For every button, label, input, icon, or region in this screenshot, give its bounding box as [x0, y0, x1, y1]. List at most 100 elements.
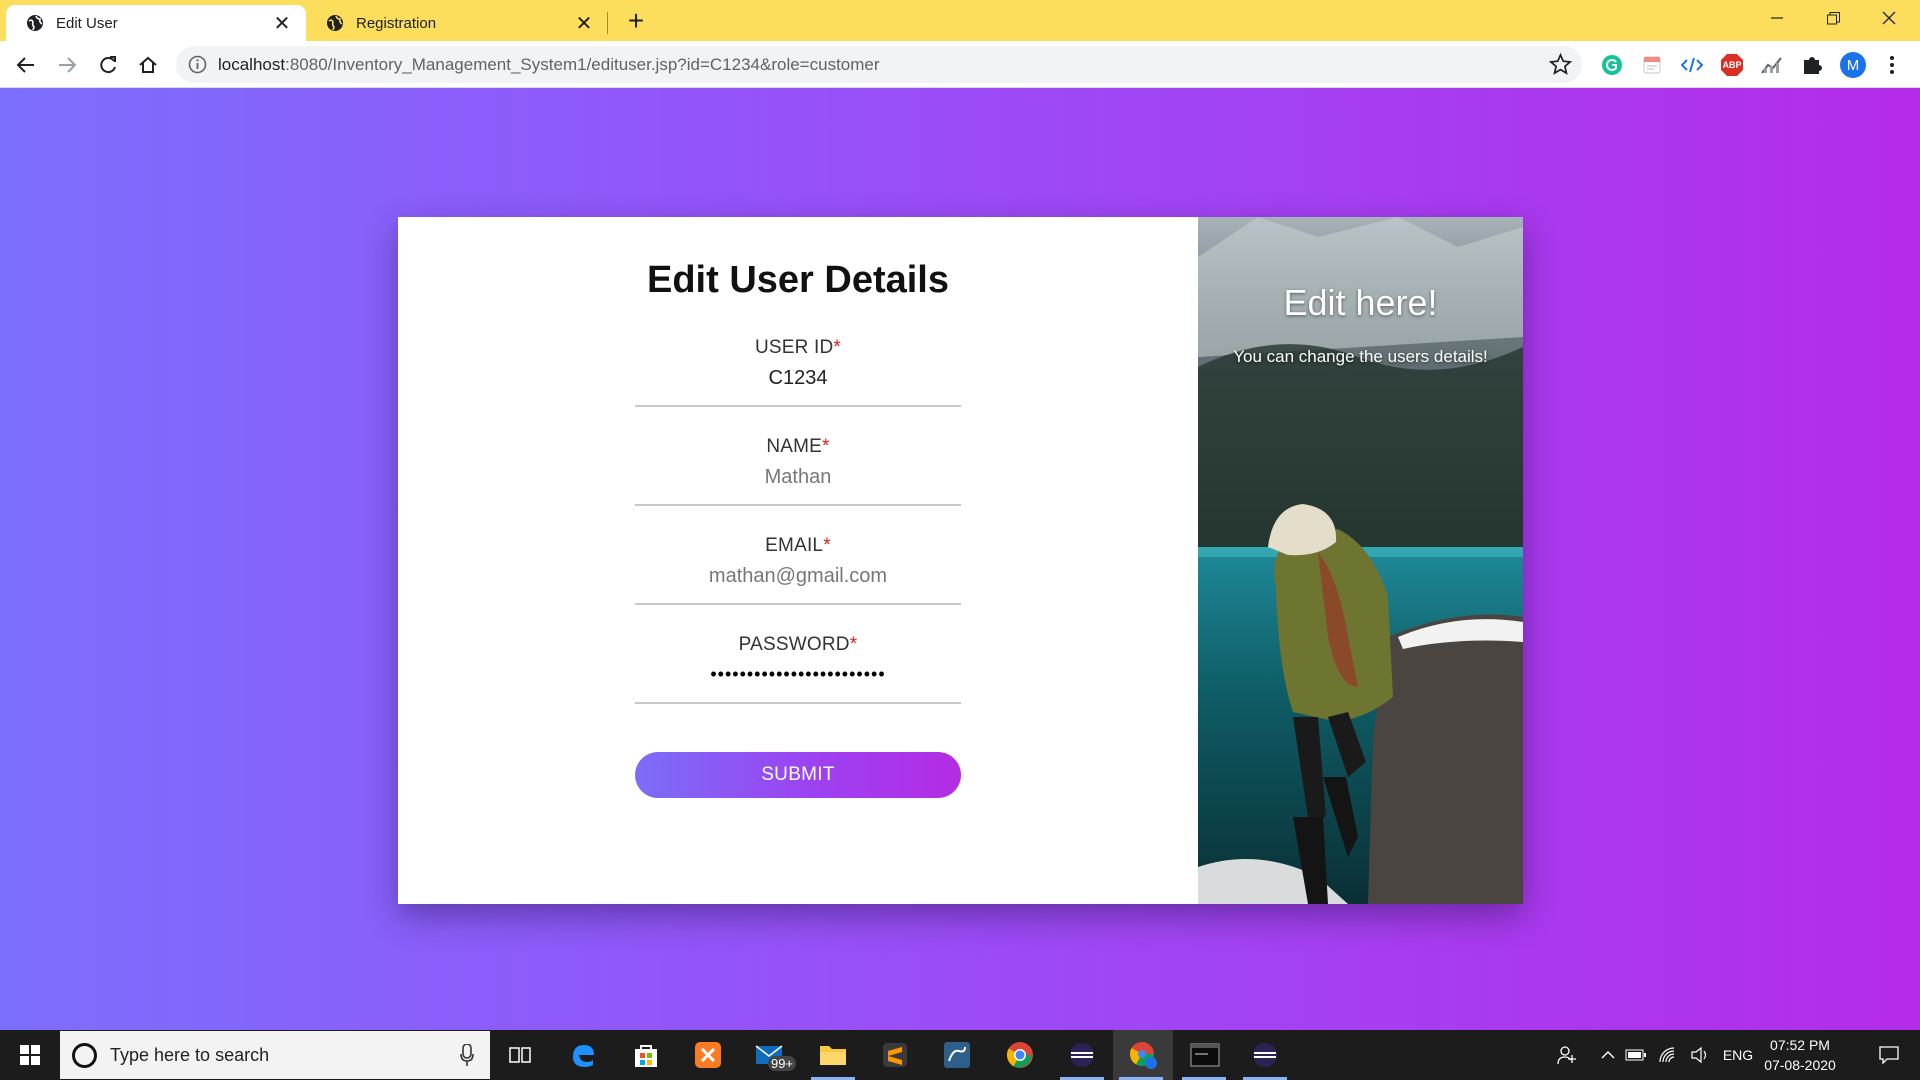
edge-app[interactable] [555, 1030, 611, 1080]
people-icon[interactable] [1552, 1030, 1582, 1080]
reload-icon [100, 56, 116, 74]
browser-tabstrip: Edit User ✕ Registration ✕ + [0, 0, 1920, 41]
email-label-text: EMAIL [765, 535, 824, 556]
name-label: NAME* [635, 436, 961, 458]
required-mark: * [849, 634, 858, 655]
task-view-button[interactable] [492, 1030, 548, 1080]
user-id-input[interactable]: C1234 [635, 367, 961, 390]
url-text[interactable]: localhost:8080/Inventory_Management_Syst… [218, 46, 880, 83]
password-field: PASSWORD* •••••••••••••••••••••••• [635, 634, 961, 704]
store-bag-icon [635, 1045, 657, 1067]
side-panel-subtitle: You can change the users details! [1233, 347, 1488, 366]
user-id-field: USER ID* C1234 [635, 337, 961, 407]
chrome-icon [1006, 1042, 1033, 1068]
submit-button[interactable]: SUBMIT [635, 752, 961, 798]
side-panel: Edit here! You can change the users deta… [1198, 217, 1523, 904]
user-id-label-text: USER ID [754, 337, 834, 358]
battery-icon[interactable] [1622, 1030, 1650, 1080]
edit-user-card: Edit User Details USER ID* C1234 NAME* M… [398, 217, 1523, 904]
folder-icon [820, 1046, 846, 1065]
wifi-icon[interactable] [1654, 1030, 1682, 1080]
mail-badge: 99+ [768, 1056, 797, 1071]
start-button[interactable] [0, 1030, 60, 1080]
tab-divider [607, 12, 608, 34]
password-input[interactable]: •••••••••••••••••••••••• [635, 664, 961, 685]
store-app[interactable] [618, 1030, 674, 1080]
bookmark-star-icon[interactable] [1549, 53, 1572, 76]
sublime-text-icon [883, 1043, 907, 1067]
globe-icon [327, 15, 343, 31]
chrome-app[interactable] [992, 1030, 1048, 1080]
new-tab-button[interactable]: + [622, 7, 650, 36]
xampp-app[interactable] [680, 1030, 736, 1080]
home-button[interactable] [132, 49, 164, 81]
tab-edit-user[interactable]: Edit User ✕ [6, 5, 306, 41]
home-icon [139, 56, 157, 73]
email-field: EMAIL* mathan@gmail.com [635, 535, 961, 605]
info-icon[interactable] [188, 55, 207, 74]
volume-icon[interactable] [1686, 1030, 1714, 1080]
chevron-up-icon[interactable] [1596, 1030, 1620, 1080]
file-explorer-app[interactable] [805, 1030, 861, 1080]
cortana-icon [72, 1043, 97, 1068]
password-label: PASSWORD* [635, 634, 961, 656]
password-label-text: PASSWORD [738, 634, 850, 655]
chrome-profile-app[interactable] [1113, 1030, 1173, 1080]
name-field: NAME* Mathan [635, 436, 961, 506]
edit-user-form: Edit User Details USER ID* C1234 NAME* M… [398, 217, 1198, 904]
chrome-profile-icon [1130, 1042, 1157, 1069]
tab-registration[interactable]: Registration ✕ [306, 5, 608, 41]
taskbar-search[interactable]: Type here to search [60, 1031, 490, 1079]
url-path: :8080/Inventory_Management_System1/editu… [285, 55, 880, 74]
minimize-icon [1771, 17, 1783, 19]
minimize-button[interactable] [1750, 0, 1804, 36]
globe-icon [27, 15, 43, 31]
name-input[interactable]: Mathan [635, 466, 961, 489]
close-tab-icon[interactable]: ✕ [272, 13, 292, 35]
profile-avatar[interactable]: M [1840, 52, 1866, 78]
grammarly-icon[interactable] [1600, 53, 1624, 77]
eclipse-app-2[interactable] [1237, 1030, 1293, 1080]
adblock-label: ABP [1722, 60, 1742, 70]
forward-button[interactable] [51, 49, 83, 81]
side-panel-title: Edit here! [1283, 282, 1438, 323]
email-input[interactable]: mathan@gmail.com [635, 565, 961, 588]
mysql-workbench-app[interactable] [929, 1030, 985, 1080]
adblock-icon[interactable]: ABP [1720, 53, 1744, 77]
mysql-console-app[interactable] [1176, 1030, 1234, 1080]
sublime-app[interactable] [867, 1030, 923, 1080]
required-mark: * [822, 436, 830, 457]
close-window-button[interactable] [1862, 0, 1916, 36]
memo-icon[interactable] [1640, 53, 1664, 77]
restore-icon [1826, 11, 1840, 24]
user-id-label: USER ID* [635, 337, 961, 359]
back-arrow-icon [16, 57, 34, 73]
reload-button[interactable] [92, 49, 124, 81]
page-title: Edit User Details [647, 259, 949, 301]
close-icon [1882, 11, 1896, 25]
microphone-icon[interactable] [460, 1044, 474, 1066]
close-tab-icon[interactable]: ✕ [574, 13, 594, 35]
system-clock[interactable]: 07:52 PM 07-08-2020 [1752, 1035, 1848, 1075]
mail-app[interactable]: 99+ [742, 1030, 798, 1080]
eclipse-icon [1253, 1043, 1277, 1067]
windows-taskbar: Type here to search 99+ ENG 07:52 PM 07-… [0, 1030, 1920, 1080]
menu-kebab-icon[interactable] [1880, 53, 1904, 77]
address-bar[interactable]: localhost:8080/Inventory_Management_Syst… [176, 46, 1582, 83]
back-button[interactable] [10, 49, 42, 81]
restore-button[interactable] [1806, 0, 1860, 36]
url-host: localhost [218, 55, 286, 74]
email-label: EMAIL* [635, 535, 961, 557]
windows-logo-icon [20, 1045, 40, 1065]
edge-icon [573, 1045, 594, 1067]
browser-toolbar: localhost:8080/Inventory_Management_Syst… [0, 41, 1920, 88]
stats-icon[interactable] [1760, 53, 1784, 77]
puzzle-icon[interactable] [1800, 53, 1824, 77]
code-icon[interactable] [1680, 53, 1704, 77]
mysql-workbench-icon [944, 1042, 970, 1068]
name-label-text: NAME [766, 436, 823, 457]
console-window-icon [1190, 1043, 1220, 1067]
notifications-icon[interactable] [1864, 1030, 1914, 1080]
eclipse-app[interactable] [1054, 1030, 1110, 1080]
profile-initial: M [1846, 56, 1860, 74]
